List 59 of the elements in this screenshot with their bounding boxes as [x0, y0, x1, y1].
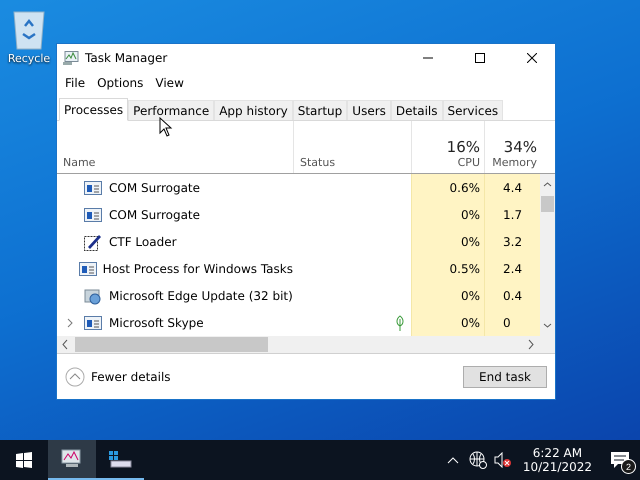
tab[interactable]: Users: [347, 100, 391, 120]
maximize-icon: [475, 53, 485, 63]
cpu-cell: 0%: [411, 309, 484, 336]
menu-item[interactable]: File: [59, 76, 92, 90]
pen-icon: [84, 232, 102, 250]
memory-cell: 4.4: [484, 174, 541, 201]
fewer-details-button[interactable]: Fewer details: [65, 366, 171, 386]
process-name: COM Surrogate: [109, 208, 200, 222]
notification-count: 2: [621, 459, 636, 474]
minimize-icon: [423, 57, 433, 59]
chevron-right-icon[interactable]: [67, 318, 73, 328]
process-name: Microsoft Skype: [109, 316, 204, 330]
cpu-cell: 0%: [411, 228, 484, 255]
desktop-icon-label: Recycle: [8, 52, 50, 65]
tab[interactable]: Processes: [59, 98, 128, 121]
vertical-scrollbar[interactable]: [540, 174, 555, 336]
process-name: Host Process for Windows Tasks: [102, 262, 293, 276]
cpu-cell: 0%: [411, 201, 484, 228]
horizontal-scrollbar[interactable]: [57, 336, 555, 354]
window-icon: [78, 262, 97, 276]
memory-cell: 2.4: [484, 255, 541, 282]
menu-item[interactable]: View: [149, 76, 190, 90]
end-task-button[interactable]: End task: [463, 366, 547, 388]
window-icon: [84, 180, 102, 194]
clock-date[interactable]: 10/21/2022: [522, 460, 592, 474]
update-icon: [84, 286, 102, 304]
task-manager-taskbar-icon[interactable]: [48, 440, 96, 480]
notification-button[interactable]: 2: [600, 440, 640, 480]
tab[interactable]: Details: [390, 100, 442, 120]
process-name: Microsoft Edge Update (32 bit): [109, 288, 293, 302]
window-title: Task Manager: [85, 51, 168, 65]
window-icon: [84, 316, 102, 330]
column-summary: 16%: [446, 138, 480, 156]
window-icon: [84, 208, 102, 222]
process-name: COM Surrogate: [109, 180, 200, 194]
close-icon: [527, 53, 537, 63]
column-header[interactable]: Status: [300, 156, 336, 169]
monitor-chart-icon: [63, 51, 79, 65]
tab[interactable]: App history: [214, 100, 293, 120]
chevron-up-circle-icon: [65, 366, 85, 386]
cpu-cell: 0.6%: [411, 174, 484, 201]
memory-cell: 1.7: [484, 201, 541, 228]
column-header[interactable]: CPU: [458, 156, 480, 169]
column-summary: 34%: [504, 138, 537, 156]
clock-time[interactable]: 6:22 AM: [532, 446, 582, 460]
column-header[interactable]: Name: [63, 156, 96, 169]
memory-cell: 3.2: [484, 228, 541, 255]
windows-logo-icon: [16, 452, 32, 468]
tab[interactable]: Startup: [292, 100, 348, 120]
process-name: CTF Loader: [109, 234, 177, 248]
cpu-cell: 0.5%: [411, 255, 484, 282]
column-header[interactable]: Memory: [492, 156, 537, 169]
memory-cell: 0: [484, 309, 541, 336]
menu-item[interactable]: Options: [91, 76, 150, 90]
tab[interactable]: Performance: [128, 100, 214, 120]
mouse-cursor-icon: [159, 117, 173, 137]
tab[interactable]: Services: [442, 100, 504, 120]
memory-cell: 0.4: [484, 282, 541, 309]
cpu-cell: 0%: [411, 282, 484, 309]
